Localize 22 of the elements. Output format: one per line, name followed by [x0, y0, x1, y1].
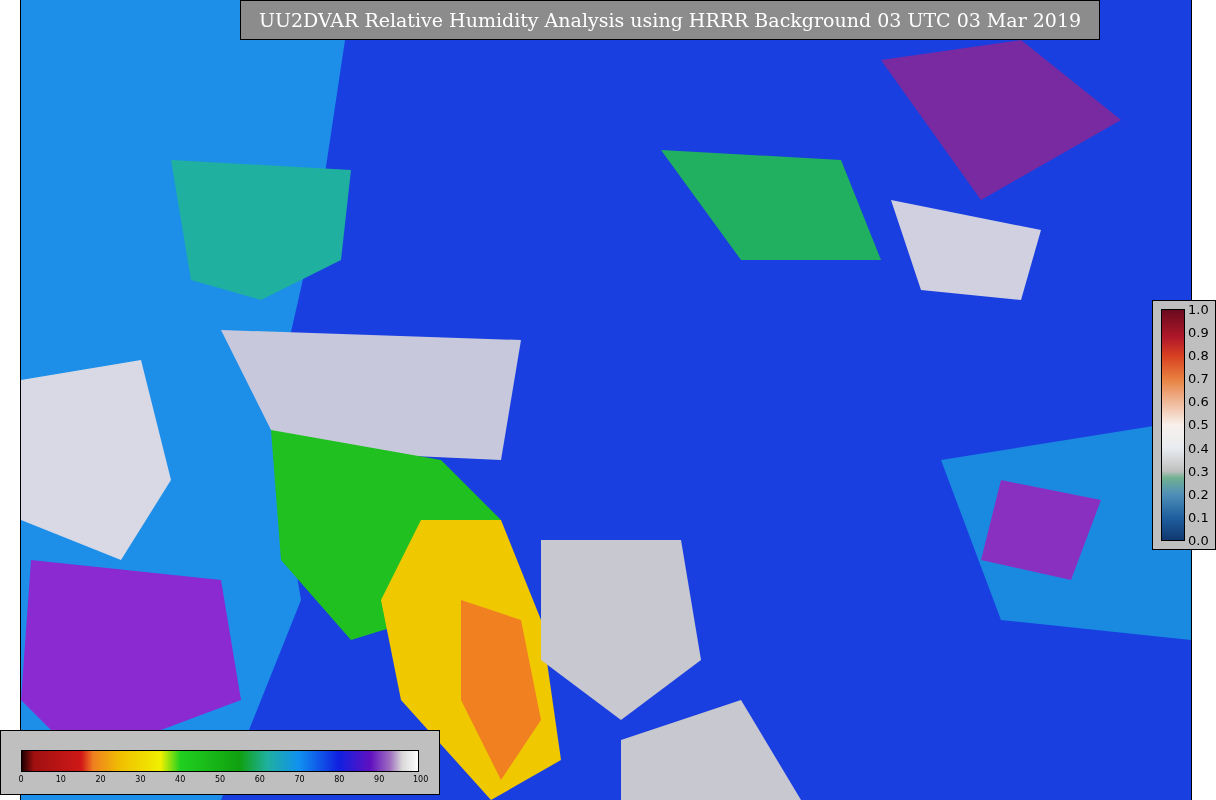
tick-label: 0 [17, 775, 25, 784]
tick-label: 0.6 [1188, 394, 1209, 410]
tick-label: 0.5 [1188, 417, 1209, 433]
tick-label: 0.7 [1188, 371, 1209, 387]
tick-label: 0.2 [1188, 486, 1209, 502]
tick-label: 1.0 [1188, 302, 1209, 317]
tick-label: 70 [293, 775, 306, 784]
tick-label: 50 [214, 775, 226, 784]
tick-label: 10 [54, 775, 67, 784]
tick-label: 20 [94, 775, 107, 784]
tick-label: 0.0 [1188, 532, 1209, 548]
tick-label: 0.4 [1188, 440, 1209, 456]
tick-label: 30 [134, 775, 147, 784]
tick-label: 0.1 [1188, 509, 1209, 525]
tick-label: 0.3 [1188, 463, 1209, 479]
tick-label: 80 [333, 775, 346, 784]
tick-label: 60 [253, 775, 266, 784]
tick-label: 40 [174, 775, 187, 784]
tick-label: 0.9 [1188, 325, 1209, 341]
tick-label: 0.8 [1188, 348, 1209, 364]
tick-label: 90 [373, 775, 386, 784]
map-title: UU2DVAR Relative Humidity Analysis using HRRR Background 03 UTC 03 Mar 2019 [240, 0, 1100, 40]
